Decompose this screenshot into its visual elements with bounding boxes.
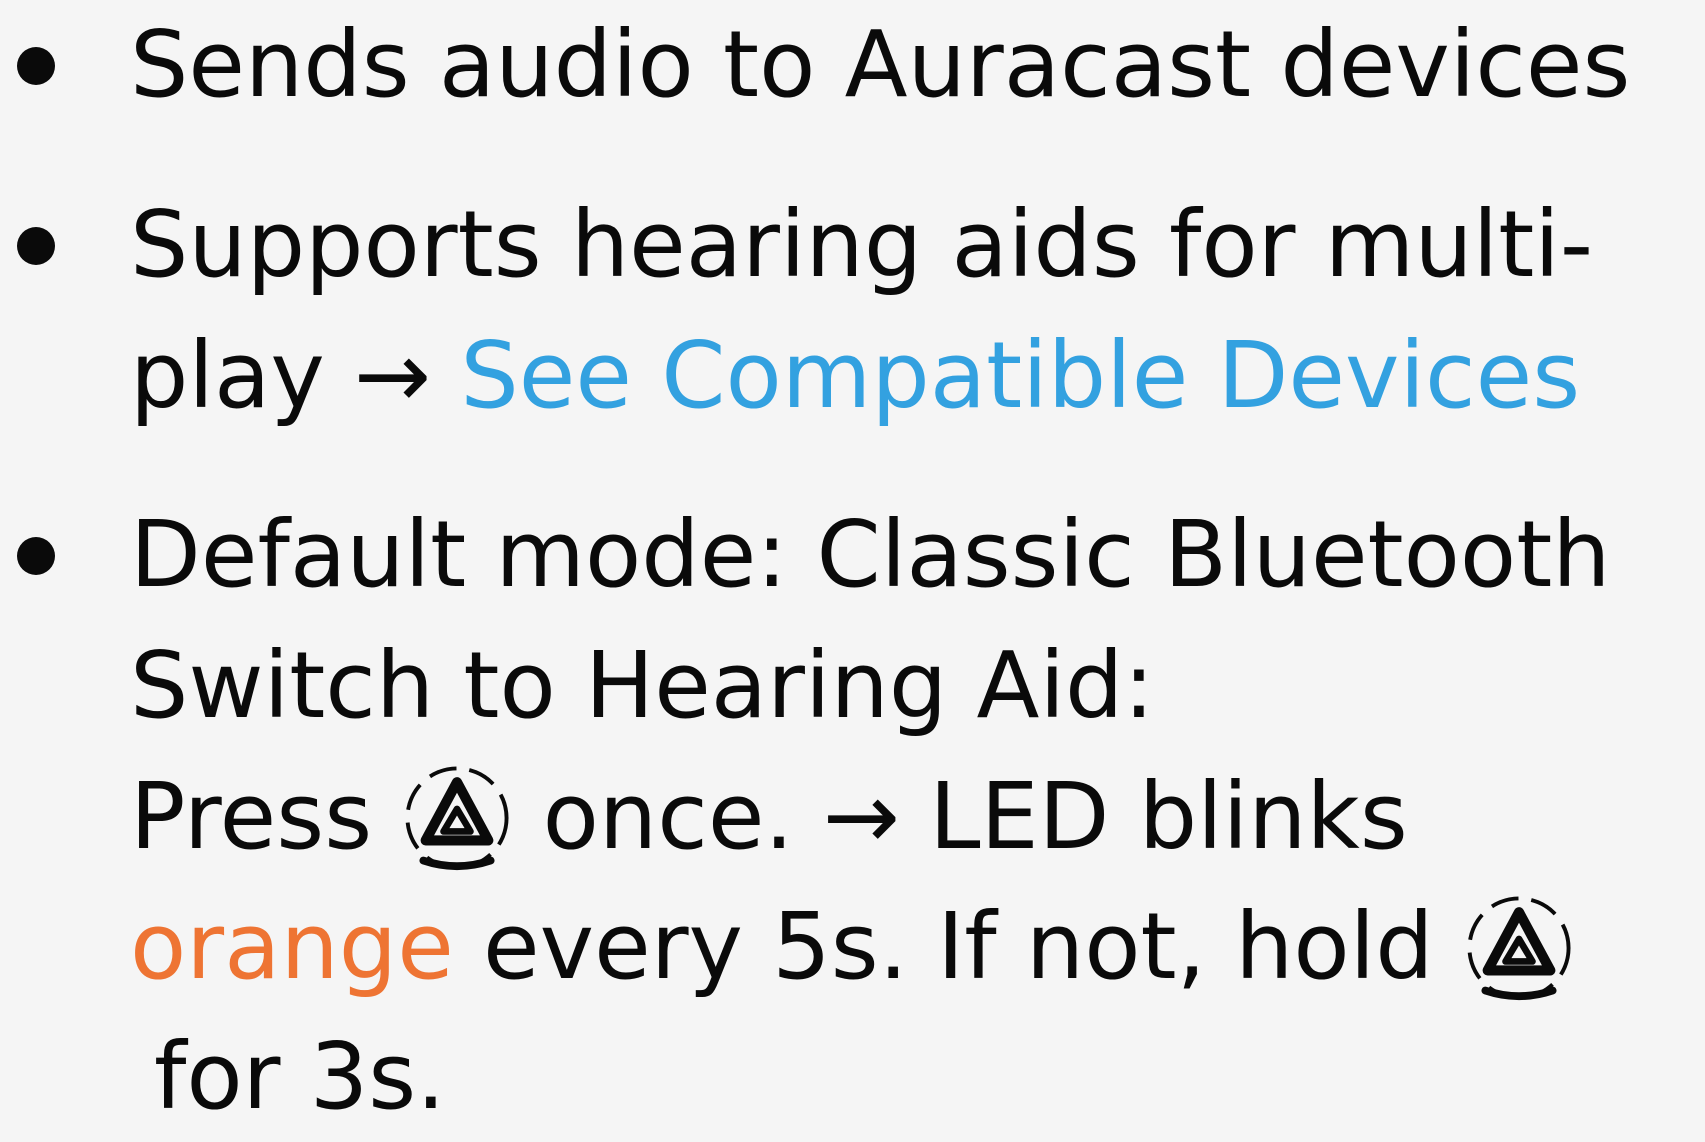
bullet-text-line: play → See Compatible Devices — [130, 311, 1580, 441]
every-5s-text: every 5s. If not, hold — [483, 893, 1434, 1000]
see-compatible-devices-link[interactable]: See Compatible Devices — [460, 322, 1580, 429]
bullet-dot — [17, 227, 55, 265]
orange-word: orange — [130, 893, 454, 1000]
default-mode-text: Default mode: Classic Bluetooth — [130, 501, 1611, 608]
orange-blink-line: orange every 5s. If not, hold — [130, 882, 1575, 1012]
hold-duration-text: for 3s. — [154, 1023, 446, 1130]
bullet-text: Sends audio to Auracast devices — [130, 11, 1631, 118]
press-instruction-line: Press once. → LED blinks — [130, 752, 1408, 882]
once-led-text: once. → LED blinks — [542, 763, 1408, 870]
switch-mode-text: Switch to Hearing Aid: — [130, 632, 1155, 739]
bullet-dot — [17, 47, 55, 85]
auracast-button-icon — [401, 762, 513, 874]
bullet-dot — [17, 537, 55, 575]
instruction-list: Sends audio to Auracast devices Supports… — [0, 0, 1705, 1130]
auracast-button-icon — [1463, 892, 1575, 1004]
press-text: Press — [130, 763, 373, 870]
play-arrow-text: play → — [130, 322, 432, 429]
bullet-text: Supports hearing aids for multi- — [130, 191, 1594, 298]
